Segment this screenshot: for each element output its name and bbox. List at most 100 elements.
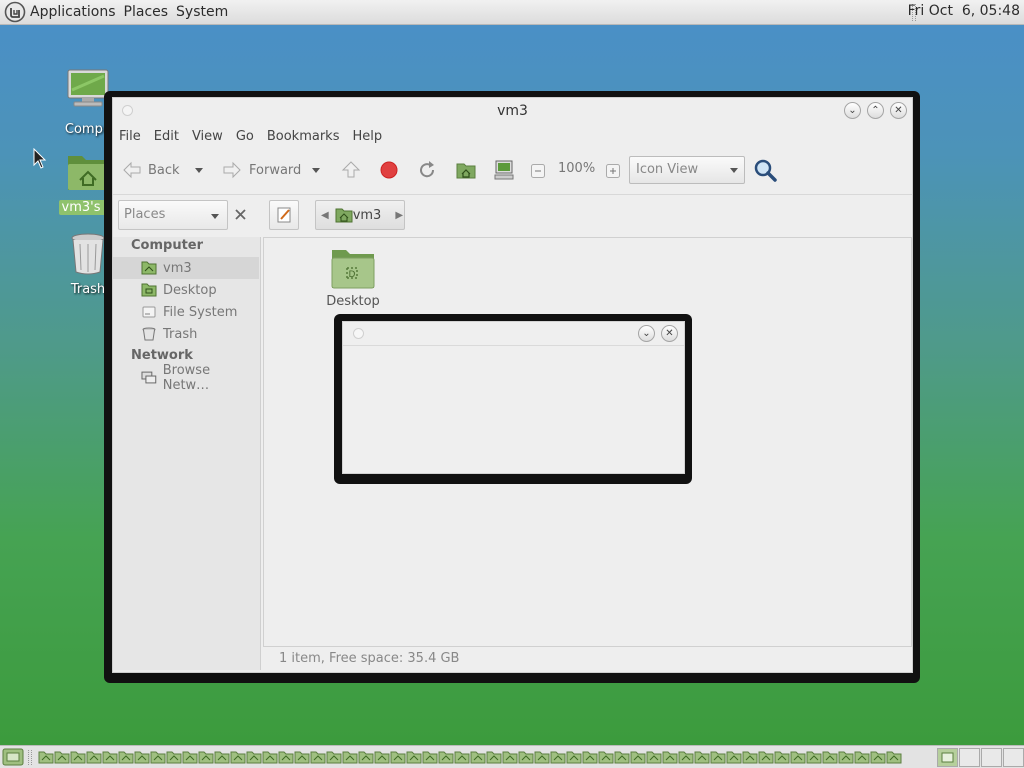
taskbar-folder-icon[interactable] — [566, 749, 582, 765]
sidebar-item-browse-network[interactable]: Browse Netw… — [113, 363, 259, 393]
taskbar-folder-icon[interactable] — [454, 749, 470, 765]
taskbar-folder-icon[interactable] — [86, 749, 102, 765]
window-titlebar[interactable]: vm3 ⌄ ⌃ ✕ — [113, 98, 912, 124]
taskbar-folder-icon[interactable] — [70, 749, 86, 765]
taskbar-folder-icon[interactable] — [694, 749, 710, 765]
taskbar-folder-icon[interactable] — [374, 749, 390, 765]
taskbar-folder-icon[interactable] — [550, 749, 566, 765]
close-sidebar-button[interactable] — [228, 200, 254, 230]
taskbar-folder-icon[interactable] — [134, 749, 150, 765]
breadcrumb-right-arrow-icon[interactable]: ▶ — [395, 210, 403, 221]
taskbar-folder-icon[interactable] — [678, 749, 694, 765]
taskbar-folder-icon[interactable] — [742, 749, 758, 765]
taskbar-folder-icon[interactable] — [838, 749, 854, 765]
taskbar-folder-icon[interactable] — [854, 749, 870, 765]
taskbar-folder-icon[interactable] — [806, 749, 822, 765]
taskbar-folder-icon[interactable] — [710, 749, 726, 765]
taskbar-folder-icon[interactable] — [726, 749, 742, 765]
menu-help[interactable]: Help — [352, 129, 382, 144]
sidebar-item-desktop[interactable]: Desktop — [113, 279, 259, 301]
stop-button[interactable] — [379, 160, 399, 180]
menu-view[interactable]: View — [192, 129, 223, 144]
menu-bookmarks[interactable]: Bookmarks — [267, 129, 340, 144]
breadcrumb-left-arrow-icon[interactable]: ◀ — [321, 210, 329, 221]
mint-logo-icon[interactable] — [4, 1, 26, 23]
workspace-4-button[interactable] — [1003, 748, 1024, 767]
taskbar-folder-icon[interactable] — [646, 749, 662, 765]
workspace-3-button[interactable] — [981, 748, 1002, 767]
taskbar-folder-icon[interactable] — [326, 749, 342, 765]
workspace-1-button[interactable] — [937, 748, 958, 767]
taskbar-folder-icon[interactable] — [822, 749, 838, 765]
window-menu-dot-icon[interactable] — [122, 105, 133, 116]
taskbar-folder-icon[interactable] — [150, 749, 166, 765]
menu-places[interactable]: Places — [120, 4, 173, 20]
places-combo[interactable]: Places — [118, 200, 228, 230]
menu-go[interactable]: Go — [236, 129, 254, 144]
taskbar-folder-icon[interactable] — [406, 749, 422, 765]
dialog-menu-dot-icon[interactable] — [353, 328, 364, 339]
taskbar-folder-icon[interactable] — [294, 749, 310, 765]
taskbar-folder-icon[interactable] — [38, 749, 54, 765]
sidebar-item-vm3[interactable]: vm3 — [113, 257, 259, 279]
taskbar-folder-icon[interactable] — [214, 749, 230, 765]
up-button[interactable] — [341, 160, 361, 180]
dialog-close-button[interactable]: ✕ — [661, 325, 678, 342]
forward-history-dropdown[interactable] — [312, 168, 320, 173]
taskbar-folder-icon[interactable] — [390, 749, 406, 765]
taskbar-folder-icon[interactable] — [118, 749, 134, 765]
taskbar-folder-icon[interactable] — [278, 749, 294, 765]
view-mode-select[interactable]: Icon View — [629, 156, 745, 184]
zoom-in-button[interactable] — [606, 164, 620, 178]
taskbar-folder-icon[interactable] — [598, 749, 614, 765]
menu-file[interactable]: File — [119, 129, 141, 144]
show-desktop-icon[interactable] — [2, 748, 24, 766]
menu-applications[interactable]: Applications — [26, 4, 120, 20]
taskbar-window-list[interactable] — [38, 749, 936, 766]
taskbar-folder-icon[interactable] — [630, 749, 646, 765]
zoom-out-button[interactable] — [531, 164, 545, 178]
taskbar-folder-icon[interactable] — [230, 749, 246, 765]
search-button[interactable] — [753, 158, 777, 182]
workspace-2-button[interactable] — [959, 748, 980, 767]
dialog-minimize-button[interactable]: ⌄ — [638, 325, 655, 342]
taskbar-folder-icon[interactable] — [886, 749, 902, 765]
toggle-location-entry-button[interactable] — [269, 200, 299, 230]
taskbar-folder-icon[interactable] — [518, 749, 534, 765]
taskbar-folder-icon[interactable] — [870, 749, 886, 765]
taskbar-folder-icon[interactable] — [614, 749, 630, 765]
dialog-titlebar[interactable]: ⌄ ✕ — [343, 322, 684, 346]
back-button[interactable]: Back — [121, 160, 180, 180]
taskbar-folder-icon[interactable] — [54, 749, 70, 765]
taskbar-folder-icon[interactable] — [198, 749, 214, 765]
taskbar-folder-icon[interactable] — [342, 749, 358, 765]
reload-button[interactable] — [417, 160, 437, 180]
back-history-dropdown[interactable] — [195, 168, 203, 173]
taskbar-folder-icon[interactable] — [582, 749, 598, 765]
taskbar-folder-icon[interactable] — [534, 749, 550, 765]
sidebar-item-trash[interactable]: Trash — [113, 323, 259, 345]
file-item-desktop[interactable]: D Desktop — [318, 246, 388, 309]
sidebar-item-file-system[interactable]: File System — [113, 301, 259, 323]
computer-button[interactable] — [493, 160, 515, 180]
taskbar-folder-icon[interactable] — [438, 749, 454, 765]
home-button[interactable] — [455, 160, 477, 180]
taskbar-folder-icon[interactable] — [790, 749, 806, 765]
minimize-button[interactable]: ⌄ — [844, 102, 861, 119]
taskbar-folder-icon[interactable] — [758, 749, 774, 765]
taskbar-folder-icon[interactable] — [246, 749, 262, 765]
taskbar-folder-icon[interactable] — [486, 749, 502, 765]
taskbar-folder-icon[interactable] — [470, 749, 486, 765]
taskbar-folder-icon[interactable] — [774, 749, 790, 765]
taskbar-folder-icon[interactable] — [358, 749, 374, 765]
clock[interactable]: Fri Oct 6, 05:48 — [908, 3, 1020, 19]
taskbar-folder-icon[interactable] — [182, 749, 198, 765]
taskbar-folder-icon[interactable] — [310, 749, 326, 765]
taskbar-folder-icon[interactable] — [422, 749, 438, 765]
forward-button[interactable]: Forward — [221, 160, 301, 180]
taskbar-folder-icon[interactable] — [502, 749, 518, 765]
zoom-level[interactable]: 100% — [558, 161, 595, 176]
breadcrumb-vm3[interactable]: vm3 — [353, 208, 382, 223]
maximize-button[interactable]: ⌃ — [867, 102, 884, 119]
close-button[interactable]: ✕ — [890, 102, 907, 119]
